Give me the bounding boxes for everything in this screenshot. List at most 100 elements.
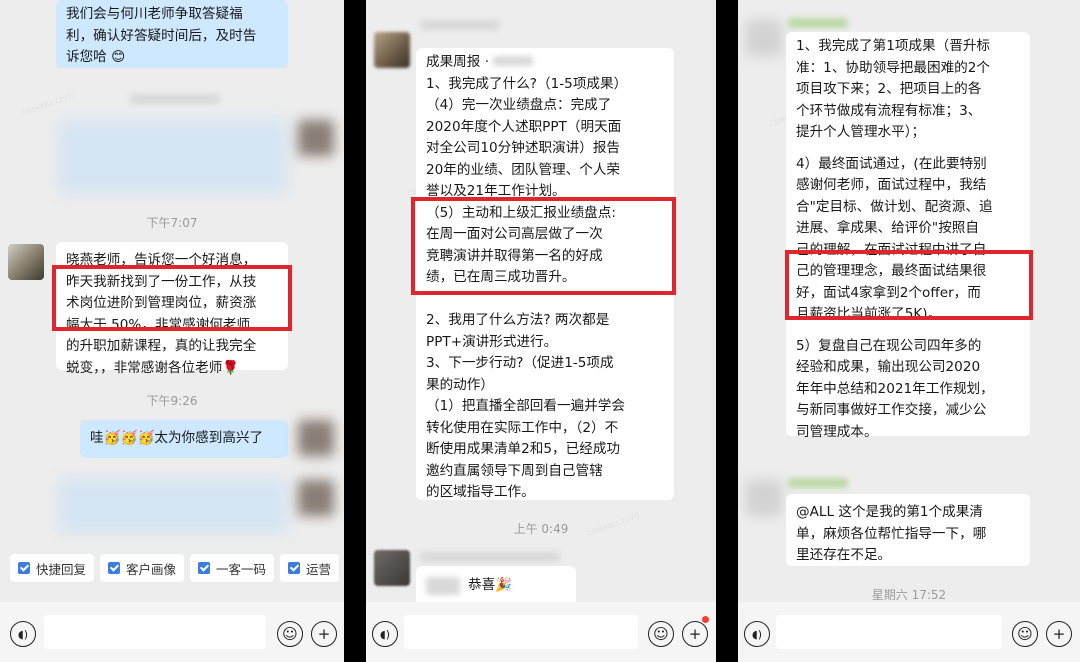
blurred-name [788, 18, 848, 28]
message-line: 断使用成果清单2和5，已经成功 [426, 441, 621, 457]
voice-icon[interactable]: ◖) [372, 621, 398, 647]
message-input[interactable] [776, 615, 1002, 649]
chip-operations[interactable]: 运营 [280, 554, 340, 582]
chip-quick-reply[interactable]: 快捷回复 [10, 554, 95, 582]
message-line: 与新同事做好工作交接，减少公 [796, 402, 987, 418]
timestamp: 上午 0:49 [513, 522, 569, 536]
checkbox-icon [108, 562, 121, 574]
timestamp: 下午7:07 [146, 216, 198, 230]
message-input[interactable] [44, 615, 266, 649]
message-bubble-received[interactable]: 成果周报 · 1、我完成了什么?（1-5项成果） （4）完一次业绩盘点：完成了 … [416, 48, 674, 500]
message-line: 司管理成本。 [796, 423, 878, 440]
message-line: 利，确认好答疑时间后，及时告 [66, 27, 257, 44]
voice-icon[interactable]: ◖) [744, 621, 770, 647]
message-line: 的区域指导工作。 [426, 484, 535, 500]
message-line-text: 成果周报 · [426, 54, 490, 70]
message-line: 4）最终面试通过，(在此要特别 [796, 155, 987, 172]
chip-label: 快捷回复 [36, 561, 87, 577]
message-line: 转化使用在实际工作中，（2）不 [426, 419, 619, 436]
message-line: 恭喜🎉 [468, 577, 513, 594]
message-bubble-sent[interactable]: 我们会与何川老师争取答疑福 利，确认好答疑时间后，及时告 诉您哈 😊 [56, 0, 288, 68]
message-line: 对全公司10分钟述职演讲）报告 [426, 140, 621, 156]
message-line: 感谢何老师，面试过程中，我结 [796, 177, 987, 193]
message-line [426, 289, 664, 311]
message-line: 哇🥳🥳🥳太为你感到高兴了 [90, 430, 264, 446]
message-line: 且薪资比当前涨了5K)。 [796, 306, 942, 322]
message-line: 晓燕老师，告诉您一个好消息， [66, 252, 257, 268]
message-bubble-received[interactable]: @ALL 这个是我的第1个成果清 单，麻烦各位帮忙指导一下，哪 里还存在不足。 [786, 494, 1030, 566]
message-line: 个环节做成有流程有标准；3、 [796, 102, 982, 119]
message-line: 术岗位进阶到管理岗位，薪资涨 [66, 295, 257, 311]
blurred-name [788, 478, 848, 488]
checkbox-icon [288, 562, 301, 574]
emoji-icon[interactable]: ☺ [648, 621, 674, 647]
avatar[interactable] [298, 480, 334, 516]
message-line: 绩，已在周三成功晋升。 [426, 269, 576, 285]
message-line: （5）主动和上级汇报业绩盘点: [426, 204, 616, 221]
blurred-name [426, 577, 460, 595]
avatar[interactable] [8, 244, 44, 280]
message-line: 3、下一步行动?（促进1-5项成 [426, 355, 614, 371]
checkbox-icon [198, 562, 211, 574]
message-line: 誉以及21年工作计划。 [426, 183, 566, 199]
blurred-name [130, 94, 220, 104]
input-bar: ◖) ☺ + [366, 602, 716, 662]
message-line: 的升职加薪课程，真的让我完全 [66, 338, 257, 354]
quick-toolbar: 快捷回复 客户画像 一客一码 运营 [0, 552, 344, 584]
message-line: 我们会与何川老师争取答疑福 [66, 6, 243, 22]
message-line: 1、我完成了什么?（1-5项成果） [426, 75, 628, 92]
chip-customer-profile[interactable]: 客户画像 [100, 554, 185, 582]
input-bar: ◖) ☺ + [0, 602, 344, 662]
emoji-icon[interactable]: ☺ [277, 621, 303, 647]
voice-icon[interactable]: ◖) [10, 621, 36, 647]
message-bubble-sent[interactable]: 哇🥳🥳🥳太为你感到高兴了 [80, 420, 288, 458]
message-bubble-received[interactable]: 恭喜🎉 [416, 566, 576, 606]
message-line: 昨天我新找到了一份工作，从技 [66, 273, 257, 290]
message-bubble-received[interactable]: 晓燕老师，告诉您一个好消息， 昨天我新找到了一份工作，从技 术岗位进阶到管理岗位… [56, 242, 288, 376]
checkbox-icon [18, 562, 30, 574]
message-line: 己的理解，在面试过程中讲了自 [796, 241, 987, 258]
blurred-name [420, 20, 500, 30]
message-line: 合"定目标、做计划、配资源、追 [796, 198, 993, 215]
message-line: 提升个人管理水平）； [796, 124, 926, 140]
input-bar: ◖) ☺ + [738, 602, 1080, 662]
timestamp: 星期六 17:52 [871, 588, 947, 602]
message-line: 果的动作） [426, 376, 494, 393]
message-line: （4）完一次业绩盘点：完成了 [426, 97, 612, 113]
message-line: 在周一面对公司高层做了一次 [426, 226, 603, 242]
avatar[interactable] [374, 32, 410, 68]
message-line: @ALL 这个是我的第1个成果清 [796, 504, 983, 520]
message-bubble-received[interactable]: 1、我完成了第1项成果（晋升标 准：1、协助领导把最困难的2个 项目攻下来；2、… [786, 32, 1030, 440]
message-line [796, 144, 1020, 154]
message-line: 2020年度个人述职PPT（明天面 [426, 118, 622, 135]
message-line: 进展、拿成果、给评价"按照自 [796, 220, 979, 236]
message-line: PPT+演讲形式进行。 [426, 333, 558, 350]
message-line: 竞聘演讲并取得第一名的好成 [426, 247, 603, 264]
blurred-name [420, 552, 560, 562]
message-line: 准：1、协助领导把最困难的2个 [796, 59, 991, 76]
chat-panel-3: ceoedu.com ceoedu.com 1、我完成了第1项成果（晋升标 准：… [738, 0, 1080, 662]
message-line: 蜕变，，非常感谢各位老师🌹 [66, 359, 240, 376]
plus-icon[interactable]: + [682, 621, 708, 647]
avatar[interactable] [374, 550, 410, 586]
message-line: 经验和成果，输出现公司2020 [796, 359, 981, 375]
plus-icon[interactable]: + [1046, 621, 1072, 647]
message-input[interactable] [404, 615, 638, 649]
message-line: 幅大于 50%，非常感谢何老师 [66, 316, 251, 333]
message-line [796, 326, 1020, 336]
notification-dot [702, 616, 709, 623]
avatar[interactable] [298, 120, 334, 156]
avatar[interactable] [746, 480, 782, 516]
chat-panel-1: ceoedu.com ceoedu.com 我们会与何川老师争取答疑福 利，确认… [0, 0, 344, 662]
message-line: 好，面试4家拿到2个offer，而 [796, 284, 981, 301]
watermark: ceoedu.com [19, 90, 76, 120]
plus-icon[interactable]: + [311, 621, 337, 647]
message-line: 项目攻下来；2、把项目上的各 [796, 81, 982, 97]
avatar[interactable] [746, 20, 782, 56]
chip-one-code[interactable]: 一客一码 [190, 554, 275, 582]
avatar[interactable] [298, 420, 334, 456]
blurred-name [493, 56, 534, 66]
message-line: 5）复盘自己在现公司四年多的 [796, 337, 982, 354]
chip-label: 一客一码 [216, 561, 267, 577]
emoji-icon[interactable]: ☺ [1012, 621, 1038, 647]
